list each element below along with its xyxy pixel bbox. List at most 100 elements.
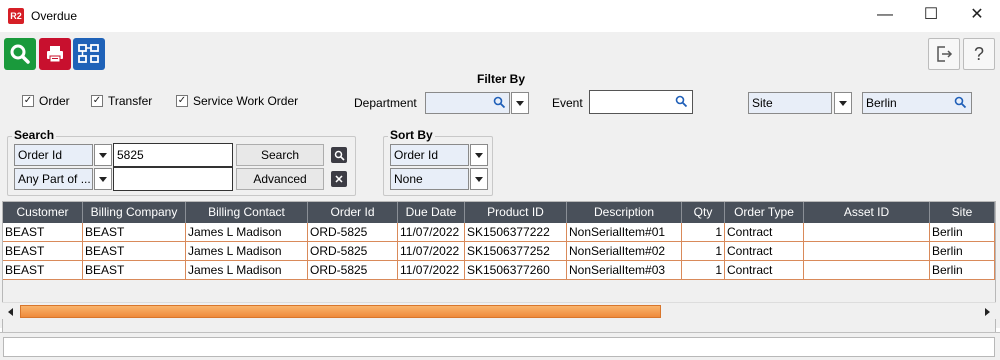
cell-product-id: SK1506377252: [465, 242, 567, 261]
cell-site: Berlin: [930, 223, 995, 242]
help-button[interactable]: ?: [963, 38, 995, 70]
site-dropdown-button[interactable]: [834, 92, 852, 114]
title-bar: R2 Overdue — ☐ ✕: [0, 0, 1000, 32]
cell-due-date: 11/07/2022: [398, 223, 465, 242]
column-header-order-id[interactable]: Order Id: [308, 202, 398, 223]
site-select[interactable]: Site: [748, 92, 832, 114]
cell-description: NonSerialItem#03: [567, 261, 682, 280]
cell-site: Berlin: [930, 242, 995, 261]
chevron-right-icon: [985, 307, 990, 316]
department-search-icon[interactable]: [493, 96, 506, 109]
service-work-order-checkbox-label: Service Work Order: [193, 94, 299, 108]
print-icon: [47, 46, 63, 63]
cell-billing-contact: James L Madison: [186, 261, 308, 280]
department-dropdown-button[interactable]: [511, 92, 529, 114]
cell-order-id: ORD-5825: [308, 261, 398, 280]
match-type-select[interactable]: Any Part of ...: [14, 168, 93, 190]
window-title: Overdue: [31, 9, 78, 23]
chevron-down-icon: [99, 152, 107, 158]
column-header-customer[interactable]: Customer: [3, 202, 83, 223]
column-header-billing-company[interactable]: Billing Company: [83, 202, 186, 223]
sort-secondary-dropdown-button[interactable]: [470, 168, 488, 190]
search-field-select[interactable]: Order Id: [14, 144, 93, 166]
horizontal-scrollbar[interactable]: [2, 302, 996, 319]
service-work-order-check-box[interactable]: ✓: [176, 95, 188, 107]
search-field-dropdown-button[interactable]: [94, 144, 112, 166]
search-icon: [10, 44, 30, 64]
order-checkbox[interactable]: ✓ Order: [22, 94, 70, 108]
chevron-left-icon: [8, 307, 13, 316]
match-type-dropdown-button[interactable]: [94, 168, 112, 190]
advanced-button[interactable]: Advanced: [236, 168, 324, 190]
column-header-description[interactable]: Description: [567, 202, 682, 223]
order-check-box[interactable]: ✓: [22, 95, 34, 107]
search-icon: [334, 150, 345, 161]
column-header-site[interactable]: Site: [930, 202, 995, 223]
cell-order-id: ORD-5825: [308, 223, 398, 242]
column-header-product-id[interactable]: Product ID: [465, 202, 567, 223]
site-value-input[interactable]: Berlin: [862, 92, 972, 114]
column-header-billing-contact[interactable]: Billing Contact: [186, 202, 308, 223]
sort-group-title: Sort By: [388, 128, 435, 142]
department-label: Department: [354, 96, 417, 110]
department-input[interactable]: [425, 92, 510, 114]
column-header-order-type[interactable]: Order Type: [725, 202, 804, 223]
search-go-button[interactable]: [331, 147, 347, 163]
exit-button[interactable]: [928, 38, 960, 70]
search-button[interactable]: Search: [236, 144, 324, 166]
app-logo-icon: R2: [8, 8, 24, 24]
transfer-checkbox[interactable]: ✓ Transfer: [91, 94, 152, 108]
cell-qty: 1: [682, 223, 725, 242]
event-input[interactable]: [589, 90, 693, 114]
scroll-left-button[interactable]: [2, 303, 19, 320]
cell-description: NonSerialItem#02: [567, 242, 682, 261]
cell-asset-id: [804, 242, 930, 261]
site-search-icon[interactable]: [954, 96, 967, 109]
cell-billing-contact: James L Madison: [186, 223, 308, 242]
column-header-asset-id[interactable]: Asset ID: [804, 202, 930, 223]
table-row[interactable]: BEAST BEAST James L Madison ORD-5825 11/…: [3, 223, 995, 242]
cell-product-id: SK1506377222: [465, 223, 567, 242]
chevron-down-icon: [475, 176, 483, 182]
close-icon: ✕: [334, 173, 344, 186]
site-select-value: Site: [752, 96, 773, 110]
match-value-input[interactable]: [113, 167, 233, 191]
table-row[interactable]: BEAST BEAST James L Madison ORD-5825 11/…: [3, 242, 995, 261]
cell-customer: BEAST: [3, 242, 83, 261]
scroll-thumb[interactable]: [20, 305, 661, 318]
sort-primary-dropdown-button[interactable]: [470, 144, 488, 166]
cell-order-type: Contract: [725, 242, 804, 261]
grid-header: Customer Billing Company Billing Contact…: [3, 202, 995, 223]
event-search-icon[interactable]: [675, 95, 688, 108]
cell-site: Berlin: [930, 261, 995, 280]
sort-primary-value: Order Id: [394, 148, 439, 162]
column-header-qty[interactable]: Qty: [682, 202, 725, 223]
print-toolbar-button[interactable]: [39, 38, 71, 70]
clear-search-button[interactable]: ✕: [331, 171, 347, 187]
chevron-down-icon: [475, 152, 483, 158]
minimize-button[interactable]: —: [862, 0, 908, 30]
sort-primary-select[interactable]: Order Id: [390, 144, 469, 166]
maximize-button[interactable]: ☐: [908, 0, 954, 30]
service-work-order-checkbox[interactable]: ✓ Service Work Order: [176, 94, 298, 108]
sort-secondary-value: None: [394, 172, 423, 186]
cell-order-type: Contract: [725, 261, 804, 280]
cell-due-date: 11/07/2022: [398, 242, 465, 261]
scroll-right-button[interactable]: [979, 303, 996, 320]
transfer-check-box[interactable]: ✓: [91, 95, 103, 107]
close-button[interactable]: ✕: [954, 0, 1000, 30]
main-panel: ? Filter By ✓ Order ✓ Transfer ✓ Service…: [0, 32, 1000, 353]
results-grid: Customer Billing Company Billing Contact…: [2, 201, 996, 353]
search-input[interactable]: 5825: [113, 143, 233, 167]
layout-toolbar-button[interactable]: [73, 38, 105, 70]
search-group-title: Search: [12, 128, 57, 142]
order-checkbox-label: Order: [39, 94, 70, 108]
exit-icon: [937, 46, 953, 62]
cell-qty: 1: [682, 242, 725, 261]
sort-secondary-select[interactable]: None: [390, 168, 469, 190]
cell-order-type: Contract: [725, 223, 804, 242]
search-toolbar-button[interactable]: [4, 38, 36, 70]
column-header-due-date[interactable]: Due Date: [398, 202, 465, 223]
table-row[interactable]: BEAST BEAST James L Madison ORD-5825 11/…: [3, 261, 995, 280]
search-input-value: 5825: [117, 148, 144, 162]
